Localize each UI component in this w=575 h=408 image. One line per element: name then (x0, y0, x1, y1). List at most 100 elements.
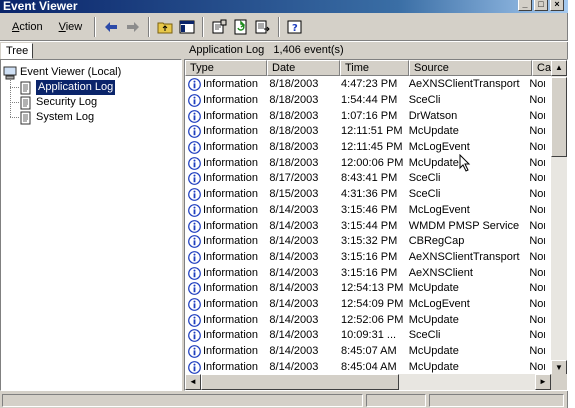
cell-category: Nor (529, 250, 545, 263)
scroll-right-button[interactable]: ► (535, 374, 551, 390)
tree-pane[interactable]: Event Viewer (Local) Application Log Sec… (0, 59, 182, 391)
cell-type: Information (185, 93, 265, 108)
toolbar-separator (94, 16, 97, 37)
column-header-time[interactable]: Time (340, 60, 409, 76)
event-list-pane[interactable]: Type Date Time Source Cat Information 8/1… (184, 59, 568, 391)
horizontal-scrollbar[interactable]: ◄ ► (185, 374, 551, 390)
event-viewer-window: Event Viewer _ □ × Action View ? Tree Ev… (0, 0, 568, 408)
forward-button[interactable] (122, 16, 144, 38)
column-header-source[interactable]: Source (409, 60, 532, 76)
table-row[interactable]: Information 8/17/2003 8:43:41 PM SceCli Nor (185, 171, 545, 187)
tab-tree[interactable]: Tree (1, 43, 34, 59)
tree-root-event-viewer[interactable]: Event Viewer (Local) (3, 65, 121, 80)
maximize-button[interactable]: □ (534, 0, 548, 11)
cell-time: 4:47:23 PM (341, 78, 398, 91)
cell-time: 1:54:44 PM (341, 94, 398, 107)
table-row[interactable]: Information 8/18/2003 12:11:45 PM McLogEven… (185, 140, 545, 156)
information-icon (188, 329, 201, 343)
vertical-scroll-thumb[interactable] (551, 77, 567, 157)
back-button[interactable] (100, 16, 122, 38)
cell-date: 8/18/2003 (269, 94, 319, 107)
scroll-left-button[interactable]: ◄ (185, 374, 201, 390)
cell-date: 8/18/2003 (269, 109, 319, 122)
help-icon: ? (287, 20, 302, 34)
cell-source: McUpdate (408, 313, 459, 326)
table-row[interactable]: Information 8/18/2003 1:54:44 PM SceCli Nor (185, 93, 545, 109)
cell-time: 3:15:46 PM (341, 203, 398, 216)
table-row[interactable]: Information 8/14/2003 8:45:07 AM McUpdate No… (185, 344, 545, 360)
table-row[interactable]: Information 8/14/2003 3:15:16 PM AeXNSClien… (185, 250, 545, 266)
cell-type-text: Information (203, 297, 259, 310)
tree-connector (10, 87, 19, 88)
table-row[interactable]: Information 8/18/2003 12:00:06 PM McUpdate N… (185, 155, 545, 171)
cell-type: Information (185, 219, 265, 234)
cell-source: McUpdate (408, 125, 459, 138)
cell-type: Information (185, 109, 265, 124)
column-header-date[interactable]: Date (267, 60, 340, 76)
cell-type: Information (185, 250, 265, 265)
cell-type-text: Information (203, 282, 259, 295)
help-button[interactable]: ? (284, 16, 306, 38)
cell-date: 8/14/2003 (269, 203, 319, 216)
cell-date: 8/14/2003 (269, 235, 319, 248)
table-row[interactable]: Information 8/15/2003 4:31:36 PM SceCli Nor (185, 187, 545, 203)
cell-type-text: Information (203, 266, 259, 279)
cell-category: Nor (529, 156, 545, 169)
cell-time: 10:09:31 ... (341, 329, 397, 342)
event-rows: Information 8/18/2003 4:47:23 PM AeXNSClien… (185, 77, 545, 375)
tree-item-security-log[interactable]: Security Log (19, 95, 97, 110)
column-header-type[interactable]: Type (185, 60, 267, 76)
menu-action[interactable]: Action (4, 17, 51, 37)
table-row[interactable]: Information 8/18/2003 4:47:23 PM AeXNSClien… (185, 77, 545, 93)
table-row[interactable]: Information 8/14/2003 8:45:04 AM McUpdate No… (185, 359, 545, 375)
table-row[interactable]: Information 8/14/2003 10:09:31 ... SceCli No… (185, 328, 545, 344)
horizontal-scroll-thumb[interactable] (201, 374, 399, 390)
table-row[interactable]: Information 8/14/2003 3:15:46 PM McLogEvent… (185, 203, 545, 219)
table-row[interactable]: Information 8/14/2003 12:54:13 PM McUpdate N… (185, 281, 545, 297)
minimize-button[interactable]: _ (518, 0, 532, 11)
cell-type: Information (185, 140, 265, 155)
scroll-up-button[interactable]: ▲ (551, 60, 567, 76)
refresh-button[interactable] (230, 16, 252, 38)
cell-category: Nor (529, 219, 545, 232)
window-controls: _ □ × (518, 0, 564, 11)
table-row[interactable]: Information 8/18/2003 12:11:51 PM McUpdate N… (185, 124, 545, 140)
information-icon (188, 109, 201, 123)
column-header-category[interactable]: Cat (532, 60, 552, 76)
cell-category: Nor (529, 266, 545, 279)
cell-time: 12:54:09 PM (341, 297, 404, 310)
show-hide-tree-button[interactable] (176, 16, 198, 38)
title-bar[interactable]: Event Viewer _ □ × (0, 0, 568, 13)
table-row[interactable]: Information 8/14/2003 3:15:16 PM AeXNSClien… (185, 265, 545, 281)
menu-action-rest: ction (19, 20, 43, 33)
close-button[interactable]: × (550, 0, 564, 11)
tree-item-system-log[interactable]: System Log (19, 110, 94, 125)
up-one-level-button[interactable] (154, 16, 176, 38)
cell-source: CBRegCap (408, 235, 465, 248)
cell-category: Nor (529, 141, 545, 154)
cell-type: Information (185, 266, 265, 281)
export-list-button[interactable] (252, 16, 274, 38)
table-row[interactable]: Information 8/14/2003 12:52:06 PM McUpdate N… (185, 312, 545, 328)
tree-connector (10, 117, 19, 118)
status-bar (0, 393, 568, 408)
cell-type-text: Information (203, 345, 259, 358)
table-row[interactable]: Information 8/14/2003 3:15:32 PM CBRegCap No… (185, 234, 545, 250)
table-row[interactable]: Information 8/14/2003 12:54:09 PM McLogEven… (185, 297, 545, 313)
cell-date: 8/14/2003 (269, 282, 319, 295)
cell-source: AeXNSClient (408, 266, 473, 279)
properties-button[interactable] (208, 16, 230, 38)
cell-time: 12:54:13 PM (341, 282, 404, 295)
information-icon (188, 251, 201, 264)
tree-item-application-log[interactable]: Application Log (19, 79, 117, 96)
menu-view[interactable]: View (51, 17, 91, 37)
information-icon (188, 219, 201, 233)
table-row[interactable]: Information 8/18/2003 1:07:16 PM DrWatson No… (185, 108, 545, 124)
vertical-scrollbar[interactable]: ▲ ▼ (551, 60, 567, 376)
cell-category: Nor (529, 313, 545, 326)
status-segment (2, 394, 363, 407)
cell-type-text: Information (203, 329, 259, 342)
information-icon (188, 125, 201, 139)
refresh-icon (234, 19, 247, 34)
table-row[interactable]: Information 8/14/2003 3:15:44 PM WMDM PMSP … (185, 218, 545, 234)
